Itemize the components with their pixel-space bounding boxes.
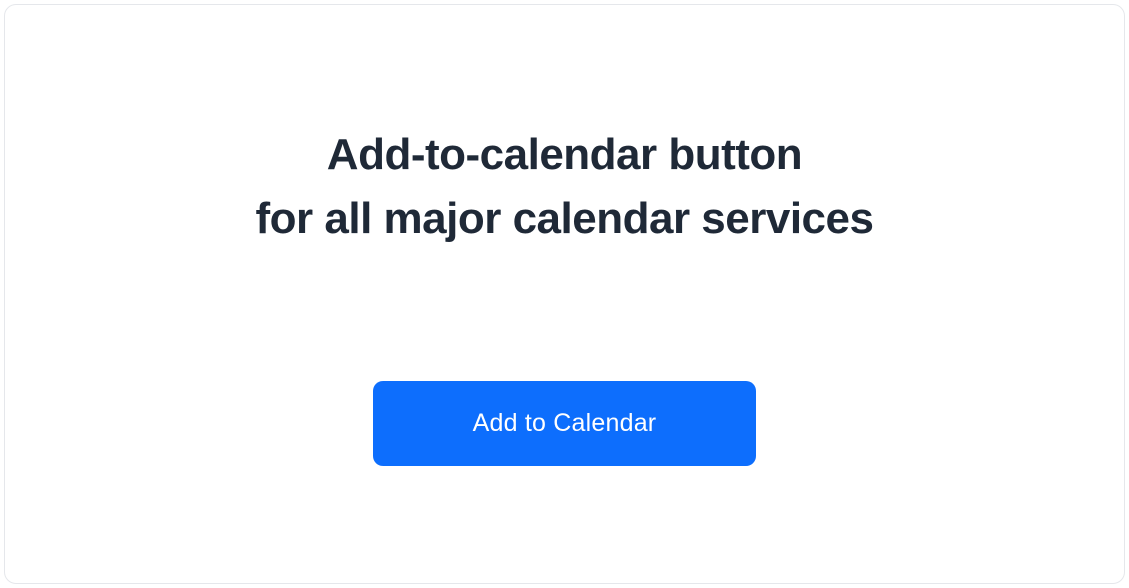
button-container: Add to Calendar: [373, 381, 757, 466]
add-to-calendar-button[interactable]: Add to Calendar: [373, 381, 757, 466]
main-card: Add-to-calendar button for all major cal…: [4, 4, 1125, 584]
heading-line-2: for all major calendar services: [256, 187, 874, 251]
page-heading: Add-to-calendar button for all major cal…: [256, 123, 874, 251]
heading-line-1: Add-to-calendar button: [256, 123, 874, 187]
